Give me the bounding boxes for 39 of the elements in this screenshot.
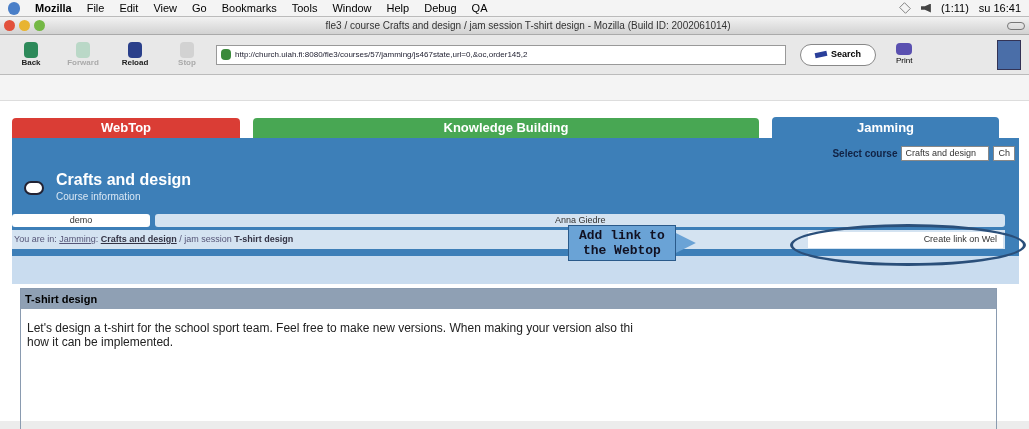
window-title: fle3 / course Crafts and design / jam session T-shirt design - Mozilla (Build ID: 2002061014) (324, 19, 732, 33)
menu-item[interactable]: Help (386, 0, 410, 17)
menu-item[interactable]: Window (332, 0, 372, 17)
address-field[interactable]: http://church.uiah.fi:8080/fle3/courses/57/jamming/js467state,url=0,&oc,order145,2 (216, 44, 786, 65)
toolbar-button[interactable]: Reload (112, 41, 158, 68)
search-button[interactable]: Search (800, 43, 877, 66)
battery-status[interactable]: (1:11) (940, 0, 969, 17)
create-link-button[interactable]: Create link on Wel (808, 231, 1003, 248)
menu-item[interactable]: View (153, 0, 178, 17)
print-icon (896, 42, 913, 55)
change-button[interactable]: Ch (993, 146, 1015, 161)
zoom-button[interactable] (34, 20, 45, 31)
menu-item[interactable]: Edit (119, 0, 139, 17)
clock[interactable]: su 16:41 (978, 0, 1021, 17)
menu-item[interactable]: Debug (424, 0, 457, 17)
print-button[interactable]: Print (896, 42, 913, 67)
breadcrumb-link[interactable]: Crafts and design (100, 233, 177, 244)
menu-item[interactable]: QA (471, 0, 488, 17)
callout: Add link to the Webtop (568, 225, 676, 261)
menu-item[interactable]: File (86, 0, 105, 17)
section-heading: T-shirt design (21, 289, 996, 309)
toolbar-button[interactable]: Back (8, 41, 54, 68)
menu-item[interactable]: Bookmarks (221, 0, 277, 17)
menu-item[interactable]: Mozilla (35, 0, 72, 17)
breadcrumb: You are in: Jamming: Crafts and design / jam session T-shirt design (14, 232, 294, 246)
speaker-icon[interactable] (920, 3, 931, 13)
user-label: demo (12, 214, 150, 227)
select-label: Select course (832, 147, 898, 161)
session-description: Let's design a t-shirt for the school sport team. Feel free to make new versions. When making your version also thi how it can be implemented. (26, 320, 634, 351)
course-dropdown[interactable]: Crafts and design (901, 146, 990, 161)
menu-item[interactable]: Go (192, 0, 207, 17)
menu-item[interactable]: Tools (291, 0, 318, 17)
close-button[interactable] (4, 20, 15, 31)
tab[interactable]: WebTop (12, 118, 240, 138)
tab[interactable]: Jamming (772, 117, 999, 138)
course-subtitle: Course information (56, 190, 142, 204)
course-title: Crafts and design (56, 171, 192, 189)
breadcrumb-link[interactable]: Jamming (59, 233, 96, 244)
user-name-bar: Anna Giedre (155, 214, 1005, 227)
